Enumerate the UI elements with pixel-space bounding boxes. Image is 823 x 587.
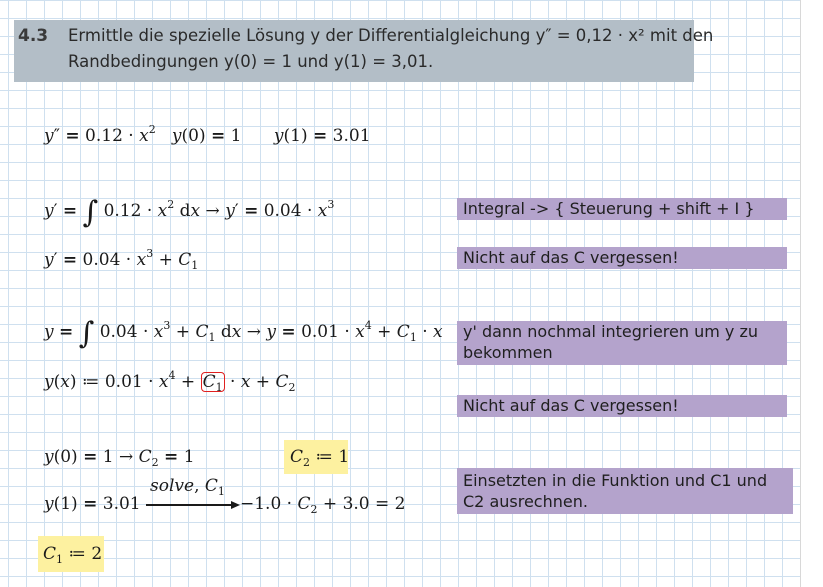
math-c2-definition[interactable]: C2 ≔ 1 [290,447,349,468]
solve-arrow-line [146,504,232,506]
note-constant-reminder-1[interactable]: Nicht auf das C vergessen! [457,247,787,269]
note-integrate-again[interactable]: y' dann nochmal integrieren um y zu beko… [457,321,787,365]
math-first-derivative-c1[interactable]: y′ = 0.04 · x3 + C1 [44,248,198,271]
math-boundary-y1[interactable]: y(1) = 3.01 [44,494,141,514]
math-first-integral[interactable]: y′ = ∫ 0.12 · x2 dx → y′ = 0.04 · x3 [44,198,334,228]
task-number: 4.3 [18,26,49,46]
math-function-definition[interactable]: y(x) ≔ 0.01 · x4 + C1 · x + C2 [44,370,295,393]
note-constant-reminder-2[interactable]: Nicht auf das C vergessen! [457,395,787,417]
page-margin [800,0,823,587]
note-integral-shortcut[interactable]: Integral -> { Steuerung + shift + I } [457,198,787,220]
note-insert-line-2: C2 ausrechnen. [463,492,588,511]
math-second-integral[interactable]: y = ∫ 0.04 · x3 + C1 dx → y = 0.01 · x4 … [44,319,443,349]
solve-keyword-label[interactable]: solve, C1 [150,476,225,498]
note-integrate-again-line-2: bekommen [463,343,553,362]
math-given-equation[interactable]: y″ = 0.12 · x2 y(0) = 1 y(1) = 3.01 [44,124,371,146]
note-integrate-again-line-1: y' dann nochmal integrieren um y zu [463,322,758,341]
task-text-line-1: Ermittle die spezielle Lösung y der Diff… [68,26,714,45]
task-text-line-2: Randbedingungen y(0) = 1 und y(1) = 3,01… [68,52,434,71]
math-solve-result[interactable]: −1.0 · C2 + 3.0 = 2 [240,494,405,515]
math-boundary-y0[interactable]: y(0) = 1 → C2 = 1 [44,447,195,468]
note-insert-and-solve[interactable]: Einsetzten in die Funktion und C1 und C2… [457,468,793,514]
c1-placeholder-box[interactable]: C1 [200,372,225,393]
note-insert-line-1: Einsetzten in die Funktion und C1 und [463,471,768,490]
math-c1-definition[interactable]: C1 ≔ 2 [43,544,102,565]
solve-arrow-head [231,500,240,509]
solve-keyword: solve [150,476,195,496]
